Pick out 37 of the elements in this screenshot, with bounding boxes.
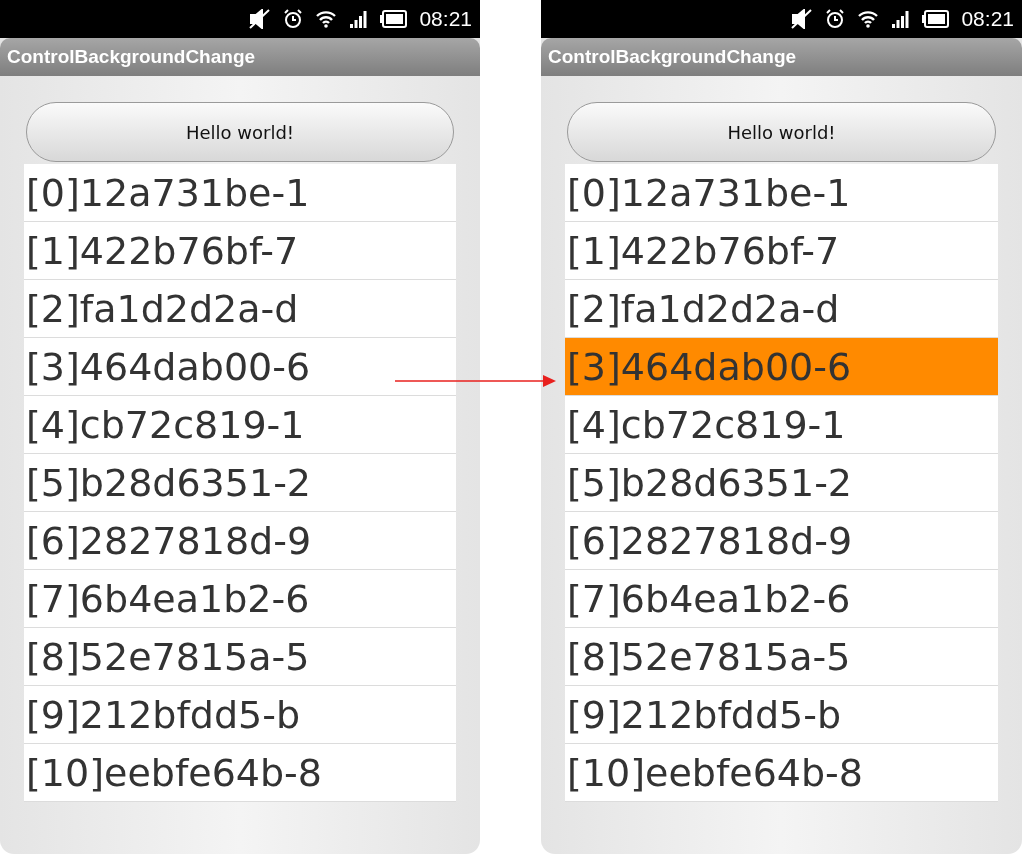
list-item[interactable]: [5]b28d6351-2 — [565, 454, 998, 512]
battery-icon — [921, 10, 950, 28]
wifi-icon — [857, 10, 880, 28]
list-item[interactable]: [2]fa1d2d2a-d — [24, 280, 456, 338]
list-item[interactable]: [10]eebfe64b-8 — [24, 744, 456, 802]
list-item[interactable]: [9]212bfdd5-b — [24, 686, 456, 744]
list-item[interactable]: [5]b28d6351-2 — [24, 454, 456, 512]
alarm-icon — [825, 9, 846, 29]
list-item[interactable]: [6]2827818d-9 — [24, 512, 456, 570]
list-item[interactable]: [6]2827818d-9 — [565, 512, 998, 570]
clock: 08:21 — [419, 7, 472, 31]
mute-icon — [249, 9, 272, 29]
list-item[interactable]: [0]12a731be-1 — [565, 164, 998, 222]
list-item[interactable]: [4]cb72c819-1 — [565, 396, 998, 454]
title-bar: ControlBackgroundChange — [541, 38, 1022, 76]
clock: 08:21 — [961, 7, 1014, 31]
list-item[interactable]: [10]eebfe64b-8 — [565, 744, 998, 802]
list-item[interactable]: [8]52e7815a-5 — [565, 628, 998, 686]
hello-button[interactable]: Hello world! — [26, 102, 454, 162]
title-bar: ControlBackgroundChange — [0, 38, 480, 76]
list-item[interactable]: [1]422b76bf-7 — [565, 222, 998, 280]
hello-button[interactable]: Hello world! — [567, 102, 996, 162]
signal-icon — [349, 10, 368, 28]
list-item[interactable]: [9]212bfdd5-b — [565, 686, 998, 744]
alarm-icon — [283, 9, 304, 29]
list-item[interactable]: [8]52e7815a-5 — [24, 628, 456, 686]
list-item[interactable]: [3]464dab00-6 — [24, 338, 456, 396]
list-item[interactable]: [3]464dab00-6 — [565, 338, 998, 396]
signal-icon — [891, 10, 910, 28]
list-item[interactable]: [1]422b76bf-7 — [24, 222, 456, 280]
list-item[interactable]: [7]6b4ea1b2-6 — [565, 570, 998, 628]
battery-icon — [379, 10, 408, 28]
list-item[interactable]: [4]cb72c819-1 — [24, 396, 456, 454]
wifi-icon — [315, 10, 338, 28]
list-item[interactable]: [0]12a731be-1 — [24, 164, 456, 222]
list-item[interactable]: [7]6b4ea1b2-6 — [24, 570, 456, 628]
mute-icon — [791, 9, 814, 29]
